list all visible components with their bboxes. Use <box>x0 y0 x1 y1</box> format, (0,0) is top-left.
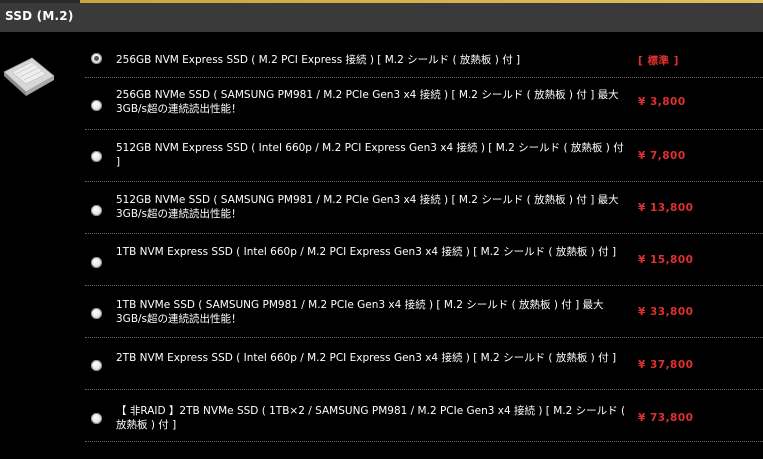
ssd-option-row[interactable]: 512GB NVMe SSD ( SAMSUNG PM981 / M.2 PCI… <box>85 182 763 234</box>
ssd-option-row[interactable]: 1TB NVMe SSD ( SAMSUNG PM981 / M.2 PCIe … <box>85 286 763 338</box>
section-header: SSD (M.2) <box>0 0 763 32</box>
ssd-option-price: [ 標準 ] <box>638 55 679 67</box>
ssd-option-radio[interactable] <box>91 413 102 424</box>
ssd-option-label: 512GB NVMe SSD ( SAMSUNG PM981 / M.2 PCI… <box>116 194 619 220</box>
ssd-option-radio[interactable] <box>91 151 102 162</box>
ssd-option-label: 512GB NVM Express SSD ( Intel 660p / M.2… <box>116 142 624 168</box>
ssd-option-row[interactable]: 512GB NVM Express SSD ( Intel 660p / M.2… <box>85 130 763 182</box>
ssd-product-image <box>3 57 55 96</box>
ssd-option-label: 256GB NVMe SSD ( SAMSUNG PM981 / M.2 PCI… <box>116 89 619 115</box>
ssd-option-radio[interactable] <box>91 308 102 319</box>
ssd-option-row[interactable]: 256GB NVMe SSD ( SAMSUNG PM981 / M.2 PCI… <box>85 78 763 130</box>
ssd-option-row[interactable]: 2TB NVM Express SSD ( Intel 660p / M.2 P… <box>85 338 763 390</box>
ssd-option-label: 【 非RAID 】2TB NVMe SSD ( 1TB×2 / SAMSUNG … <box>116 405 626 431</box>
ssd-option-price: ¥ 7,800 <box>638 150 686 162</box>
ssd-option-label: 256GB NVM Express SSD ( M.2 PCI Express … <box>116 54 521 66</box>
ssd-option-radio[interactable] <box>91 205 102 216</box>
ssd-option-radio[interactable] <box>91 53 102 64</box>
ssd-option-price: ¥ 15,800 <box>638 254 694 266</box>
ssd-option-row[interactable]: 1TB NVM Express SSD ( Intel 660p / M.2 P… <box>85 234 763 286</box>
ssd-option-label: 1TB NVM Express SSD ( Intel 660p / M.2 P… <box>116 246 617 258</box>
ssd-option-row[interactable]: 256GB NVM Express SSD ( M.2 PCI Express … <box>85 42 763 78</box>
ssd-option-price: ¥ 37,800 <box>638 359 694 371</box>
ssd-options-list: 256GB NVM Express SSD ( M.2 PCI Express … <box>85 42 763 442</box>
ssd-option-radio[interactable] <box>91 257 102 268</box>
ssd-option-price: ¥ 73,800 <box>638 412 694 424</box>
ssd-option-radio[interactable] <box>91 100 102 111</box>
ssd-option-label: 2TB NVM Express SSD ( Intel 660p / M.2 P… <box>116 352 617 364</box>
ssd-option-price: ¥ 3,800 <box>638 96 686 108</box>
ssd-option-label: 1TB NVMe SSD ( SAMSUNG PM981 / M.2 PCIe … <box>116 299 604 325</box>
section-title: SSD (M.2) <box>5 9 74 23</box>
ssd-option-price: ¥ 13,800 <box>638 202 694 214</box>
ssd-option-radio[interactable] <box>91 360 102 371</box>
ssd-option-price: ¥ 33,800 <box>638 306 694 318</box>
header-accent-line <box>0 0 763 3</box>
ssd-option-row[interactable]: 【 非RAID 】2TB NVMe SSD ( 1TB×2 / SAMSUNG … <box>85 390 763 442</box>
